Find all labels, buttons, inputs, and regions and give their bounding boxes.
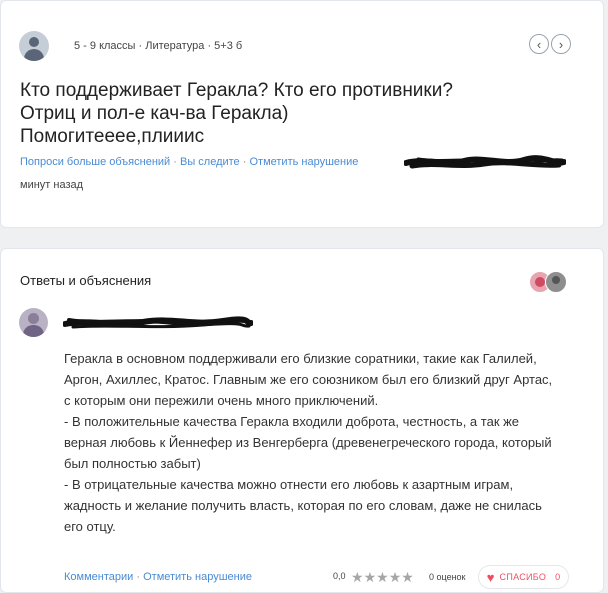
answer-text: Геракла в основном поддерживали его близ… <box>64 351 553 534</box>
answerer-avatar[interactable] <box>19 308 48 337</box>
asker-avatar[interactable] <box>19 31 49 61</box>
redacted-answerer-name-scribble <box>63 316 253 329</box>
report-answer-link[interactable]: Отметить нарушение <box>143 571 252 583</box>
next-question-button[interactable]: › <box>551 34 571 54</box>
avatar-body <box>24 49 44 61</box>
ask-more-link[interactable]: Попроси больше объяснений <box>20 156 170 168</box>
star-icon[interactable]: ★ <box>351 569 364 585</box>
report-question-link[interactable]: Отметить нарушение <box>249 156 358 168</box>
thanks-button[interactable]: ♥ СПАСИБО 0 <box>478 565 569 589</box>
comments-link[interactable]: Комментарии <box>64 571 133 583</box>
question-meta: 5 - 9 классы · Литература · 5+3 б <box>74 40 243 52</box>
thanks-label: СПАСИБО <box>499 572 547 582</box>
redacted-username-scribble <box>404 155 566 169</box>
chevron-right-icon: › <box>558 36 564 52</box>
separator: · <box>173 156 180 168</box>
helper-avatar[interactable] <box>545 271 567 293</box>
star-icon[interactable]: ★ <box>401 569 414 585</box>
rating-value: 0,0 <box>333 571 346 581</box>
star-icon[interactable]: ★ <box>364 569 377 585</box>
star-icon[interactable]: ★ <box>389 569 402 585</box>
chevron-left-icon: ‹ <box>536 36 542 52</box>
helper-avatars <box>529 270 569 294</box>
avatar-head <box>29 37 39 47</box>
answer-actions: Комментарии · Отметить нарушение <box>64 571 252 583</box>
previous-question-button[interactable]: ‹ <box>529 34 549 54</box>
star-icon[interactable]: ★ <box>376 569 389 585</box>
answers-section-title: Ответы и объяснения <box>20 273 152 288</box>
rating-count: 0 оценок <box>429 572 466 582</box>
avatar-body <box>23 325 44 337</box>
thanks-count: 0 <box>555 572 561 582</box>
avatar-head <box>28 313 39 324</box>
follow-link[interactable]: Вы следите <box>180 156 240 168</box>
question-time: минут назад <box>20 179 84 191</box>
question-actions: Попроси больше объяснений · Вы следите ·… <box>20 156 358 168</box>
heart-icon: ♥ <box>486 569 495 585</box>
question-text: Кто поддерживает Геракла? Кто его против… <box>20 80 453 147</box>
rating-stars: ★★★★★ <box>351 569 414 586</box>
